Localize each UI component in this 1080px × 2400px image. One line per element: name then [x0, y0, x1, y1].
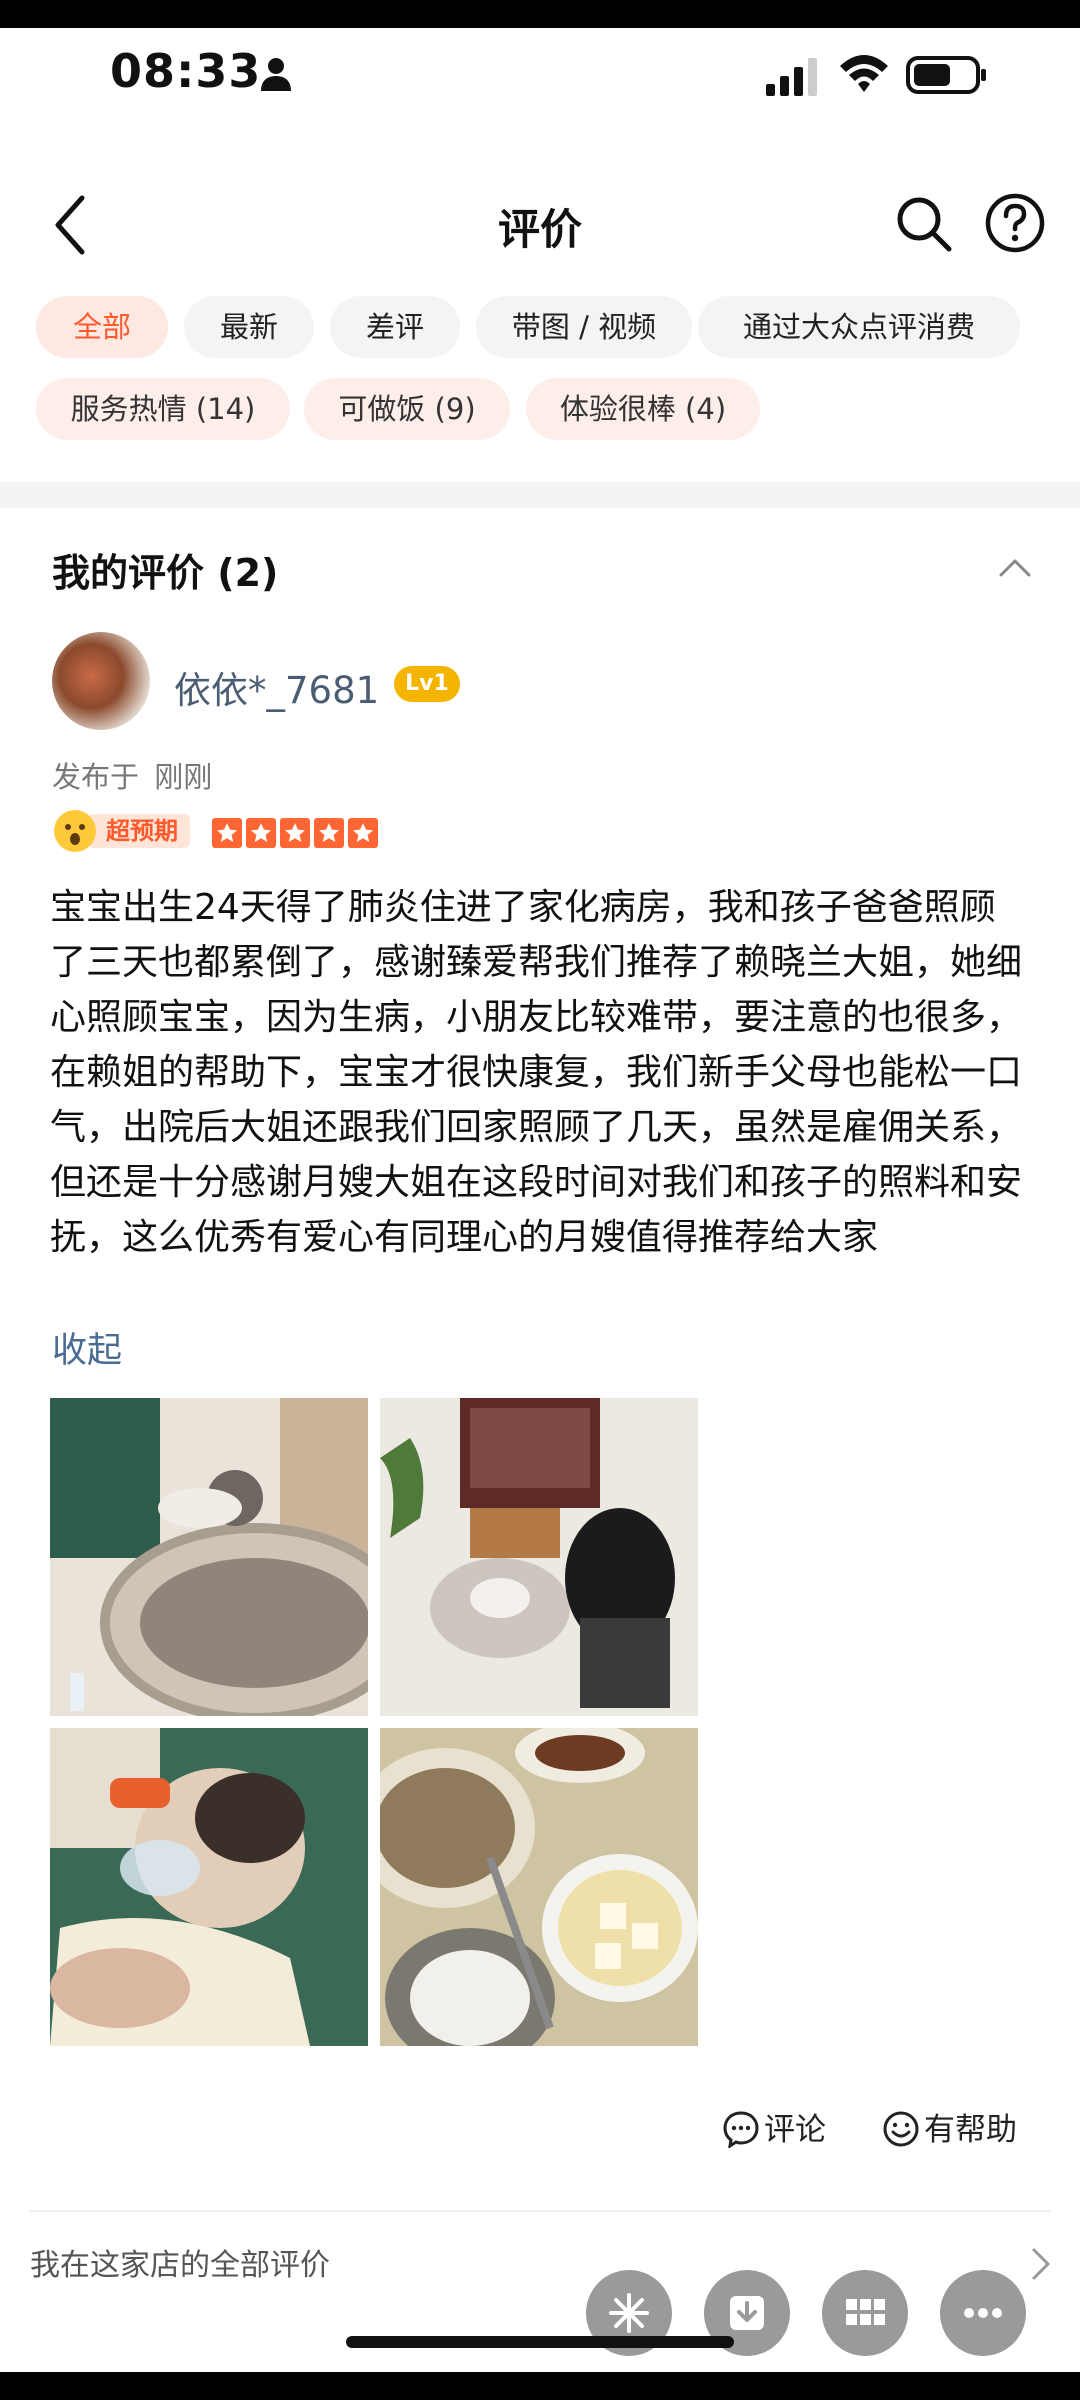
section-title: 我的评价 (2)	[52, 551, 279, 595]
filter-tag-cooking[interactable]: 可做饭 (9)	[304, 378, 510, 440]
battery-icon	[906, 56, 986, 94]
help-icon[interactable]	[984, 192, 1046, 254]
sparkle-icon	[609, 2293, 649, 2333]
exceed-label: 超预期	[88, 814, 190, 848]
username[interactable]: 依依*_7681	[174, 660, 379, 714]
level-badge: Lv1	[394, 666, 460, 702]
status-time: 08:33	[110, 44, 262, 98]
signal-icon	[766, 58, 817, 96]
surprised-face-icon	[54, 810, 96, 852]
review-photo-feeding[interactable]	[50, 1728, 368, 2046]
bottom-black-band	[0, 2372, 1080, 2400]
star-icon	[314, 818, 344, 848]
avatar[interactable]	[52, 632, 150, 730]
section-divider	[0, 482, 1080, 508]
chevron-up-icon[interactable]	[998, 556, 1032, 578]
helpful-label: 有帮助	[924, 2112, 1017, 2148]
more-fab[interactable]	[940, 2270, 1026, 2356]
post-time-value: 刚刚	[154, 760, 213, 794]
review-photo-meal[interactable]	[380, 1728, 698, 2046]
review-actions: 评论 有帮助	[0, 2100, 1080, 2160]
filter-tag-experience[interactable]: 体验很棒 (4)	[526, 378, 760, 440]
chevron-right-icon[interactable]	[1030, 2246, 1052, 2282]
filter-tag-service[interactable]: 服务热情 (14)	[36, 378, 290, 440]
more-icon	[964, 2308, 1002, 2318]
grid-fab[interactable]	[822, 2270, 908, 2356]
row-divider	[30, 2210, 1050, 2212]
filter-all[interactable]: 全部	[36, 296, 168, 358]
wifi-icon	[840, 55, 888, 92]
home-indicator	[346, 2336, 734, 2348]
star-icon	[348, 818, 378, 848]
grid-icon	[846, 2299, 885, 2325]
post-time: 发布于 刚刚	[52, 754, 212, 796]
star-icon	[212, 818, 242, 848]
top-black-band	[0, 0, 1080, 28]
post-time-prefix: 发布于	[52, 760, 140, 794]
review-photo-bath[interactable]	[50, 1398, 368, 1716]
filter-via-dianping[interactable]: 通过大众点评消费	[698, 296, 1020, 358]
person-icon	[261, 58, 291, 91]
review-text: 宝宝出生24天得了肺炎住进了家化病房，我和孩子爸爸照顾了三天也都累倒了，感谢臻爱…	[50, 887, 1023, 1258]
filter-negative[interactable]: 差评	[330, 296, 460, 358]
download-icon	[730, 2296, 764, 2330]
comment-label: 评论	[764, 2112, 826, 2148]
filter-latest[interactable]: 最新	[184, 296, 314, 358]
smile-icon	[883, 2111, 919, 2147]
search-icon[interactable]	[894, 194, 954, 254]
screen: 08:33 评价 全部 最新 差评 带图 / 视频 通过大众点评消费 服务热情 …	[0, 0, 1080, 2400]
star-icon	[280, 818, 310, 848]
filter-media[interactable]: 带图 / 视频	[476, 296, 692, 358]
star-icon	[246, 818, 276, 848]
header: 评价	[0, 178, 1080, 288]
all-reviews-link[interactable]: 我在这家店的全部评价	[30, 2240, 330, 2284]
review-photo-caregiver[interactable]	[380, 1398, 698, 1716]
collapse-link[interactable]: 收起	[52, 1322, 122, 1373]
comment-icon	[723, 2111, 759, 2148]
